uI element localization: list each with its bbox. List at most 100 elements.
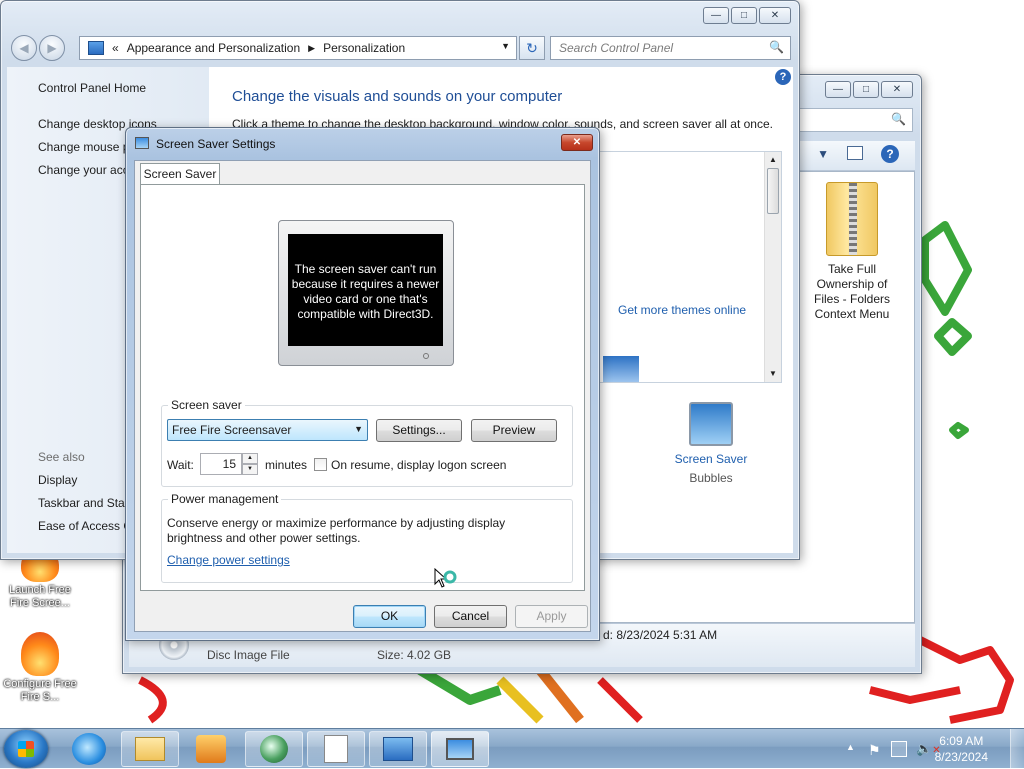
dialog-content: Screen Saver The screen saver can't run … bbox=[134, 160, 591, 632]
power-management-label: Power management bbox=[168, 492, 282, 506]
desktop-icon-configure[interactable]: Configure Free Fire S... bbox=[2, 632, 78, 704]
address-bar[interactable]: « Appearance and Personalization ▶ Perso… bbox=[79, 36, 517, 60]
search-placeholder: Search Control Panel bbox=[559, 41, 674, 55]
change-account-picture-link[interactable]: Change your acc bbox=[38, 163, 129, 177]
page-title: Change the visuals and sounds on your co… bbox=[232, 88, 563, 105]
internet-explorer-icon[interactable] bbox=[72, 733, 106, 765]
help-icon[interactable]: ? bbox=[775, 69, 791, 85]
globe-icon bbox=[260, 735, 288, 763]
apply-button[interactable]: Apply bbox=[515, 605, 588, 628]
address-dropdown-icon[interactable]: ▼ bbox=[501, 41, 510, 51]
scroll-thumb[interactable] bbox=[767, 168, 779, 214]
zip-folder-icon bbox=[826, 182, 878, 256]
spin-down-icon[interactable]: ▼ bbox=[242, 464, 258, 475]
screen-saver-group: Screen saver Free Fire Screensaver ▼ Set… bbox=[161, 398, 573, 487]
spin-up-icon[interactable]: ▲ bbox=[242, 453, 258, 464]
close-button[interactable]: ✕ bbox=[759, 7, 791, 24]
resume-logon-checkbox[interactable]: On resume, display logon screen bbox=[314, 458, 506, 472]
breadcrumb-personalization[interactable]: Personalization bbox=[323, 41, 405, 55]
wait-label: Wait: bbox=[167, 458, 194, 472]
change-power-settings-link[interactable]: Change power settings bbox=[167, 553, 290, 567]
refresh-button[interactable]: ↻ bbox=[519, 36, 545, 60]
theme-thumbnail[interactable] bbox=[603, 356, 639, 382]
get-more-themes-link[interactable]: Get more themes online bbox=[618, 303, 746, 317]
search-icon: 🔍 bbox=[891, 112, 906, 126]
tab-screen-saver[interactable]: Screen Saver bbox=[140, 163, 220, 185]
resume-logon-label[interactable]: On resume, display logon screen bbox=[331, 458, 506, 472]
preview-message: The screen saver can't run because it re… bbox=[288, 234, 443, 346]
preview-pane-icon[interactable] bbox=[847, 146, 863, 160]
network-icon[interactable] bbox=[891, 741, 907, 757]
flame-icon bbox=[21, 632, 59, 676]
scroll-up-icon[interactable]: ▲ bbox=[765, 152, 781, 168]
help-icon[interactable]: ? bbox=[881, 145, 899, 163]
search-icon: 🔍 bbox=[769, 40, 784, 54]
screen-saver-icon bbox=[446, 738, 474, 760]
minimize-button[interactable]: — bbox=[703, 7, 729, 24]
power-description: Conserve energy or maximize performance … bbox=[167, 516, 506, 545]
settings-button[interactable]: Settings... bbox=[376, 419, 462, 442]
scroll-down-icon[interactable]: ▼ bbox=[765, 366, 781, 382]
checkbox-box[interactable] bbox=[314, 458, 327, 471]
breadcrumb-overflow[interactable]: « bbox=[112, 41, 119, 55]
back-button[interactable]: ◀ bbox=[11, 35, 37, 61]
busy-cursor-icon bbox=[434, 567, 458, 592]
screen-saver-tile[interactable]: Screen Saver Bubbles bbox=[671, 402, 751, 485]
maximize-button[interactable]: □ bbox=[853, 81, 879, 98]
folder-icon-item[interactable]: Take Full Ownership of Files - Folders C… bbox=[804, 182, 900, 322]
screen-saver-link[interactable]: Screen Saver bbox=[671, 452, 751, 466]
desktop-icon-label: Launch Free Fire Scree... bbox=[9, 584, 71, 609]
control-panel-home-link[interactable]: Control Panel Home bbox=[38, 81, 146, 95]
file-date-label: d: 8/23/2024 5:31 AM bbox=[603, 628, 718, 642]
taskbar-app-disc[interactable] bbox=[307, 731, 365, 767]
breadcrumb-appearance[interactable]: Appearance and Personalization bbox=[127, 41, 300, 55]
dialog-close-button[interactable]: ✕ bbox=[561, 134, 593, 151]
forward-arrow-icon: ▶ bbox=[47, 41, 57, 55]
themes-scrollbar[interactable]: ▲ ▼ bbox=[764, 152, 781, 382]
minimize-button[interactable]: — bbox=[825, 81, 851, 98]
screen-saver-selected: Free Fire Screensaver bbox=[172, 423, 292, 437]
show-desktop-button[interactable] bbox=[1010, 729, 1024, 769]
views-icon[interactable]: ▼ bbox=[817, 147, 829, 161]
screen-saver-current: Bubbles bbox=[689, 471, 733, 485]
cancel-button[interactable]: Cancel bbox=[434, 605, 507, 628]
monitor-power-led bbox=[423, 353, 429, 359]
close-button[interactable]: ✕ bbox=[881, 81, 913, 98]
system-clock[interactable]: 6:09 AM 8/23/2024 bbox=[935, 733, 988, 765]
control-panel-icon bbox=[383, 737, 413, 761]
clock-date: 8/23/2024 bbox=[934, 750, 988, 764]
see-also-ease-of-access-link[interactable]: Ease of Access C bbox=[38, 519, 132, 533]
taskbar-screen-saver-settings[interactable] bbox=[431, 731, 489, 767]
see-also-taskbar-link[interactable]: Taskbar and Star bbox=[38, 496, 129, 510]
screen-saver-icon bbox=[689, 402, 733, 446]
clock-time: 6:09 AM bbox=[939, 734, 984, 748]
wait-minutes-stepper[interactable]: 15 ▲ ▼ bbox=[200, 453, 258, 475]
start-button[interactable] bbox=[4, 730, 48, 768]
forward-button[interactable]: ▶ bbox=[39, 35, 65, 61]
wait-minutes-input[interactable]: 15 bbox=[200, 453, 242, 475]
dialog-title: Screen Saver Settings bbox=[156, 137, 276, 151]
see-also-display-link[interactable]: Display bbox=[38, 473, 77, 487]
preview-button[interactable]: Preview bbox=[471, 419, 557, 442]
media-player-icon[interactable] bbox=[196, 735, 226, 763]
maximize-button[interactable]: □ bbox=[731, 7, 757, 24]
ok-button[interactable]: OK bbox=[353, 605, 426, 628]
show-hidden-icons[interactable]: ▲ bbox=[846, 742, 855, 752]
chevron-down-icon: ▼ bbox=[354, 424, 363, 434]
back-arrow-icon: ◀ bbox=[19, 41, 29, 55]
screen-saver-dropdown[interactable]: Free Fire Screensaver ▼ bbox=[167, 419, 368, 441]
taskbar-app-globe[interactable] bbox=[245, 731, 303, 767]
file-type-label: Disc Image File bbox=[207, 648, 290, 662]
taskbar-control-panel[interactable] bbox=[369, 731, 427, 767]
change-mouse-pointers-link[interactable]: Change mouse p bbox=[38, 140, 129, 154]
explorer-search-input[interactable]: 🔍 bbox=[793, 108, 913, 132]
windows-logo-icon bbox=[18, 741, 34, 757]
breadcrumb-separator-icon: ▶ bbox=[308, 42, 316, 53]
screen-saver-tab-panel: The screen saver can't run because it re… bbox=[140, 184, 585, 591]
search-input[interactable]: Search Control Panel 🔍 bbox=[550, 36, 791, 60]
action-center-flag-icon[interactable]: ⚑ bbox=[868, 742, 881, 759]
screen-saver-settings-icon bbox=[135, 137, 149, 149]
taskbar-explorer[interactable] bbox=[121, 731, 179, 767]
see-also-heading: See also bbox=[38, 450, 85, 464]
screen-saver-settings-dialog[interactable]: Screen Saver Settings ✕ Screen Saver The… bbox=[125, 127, 600, 641]
